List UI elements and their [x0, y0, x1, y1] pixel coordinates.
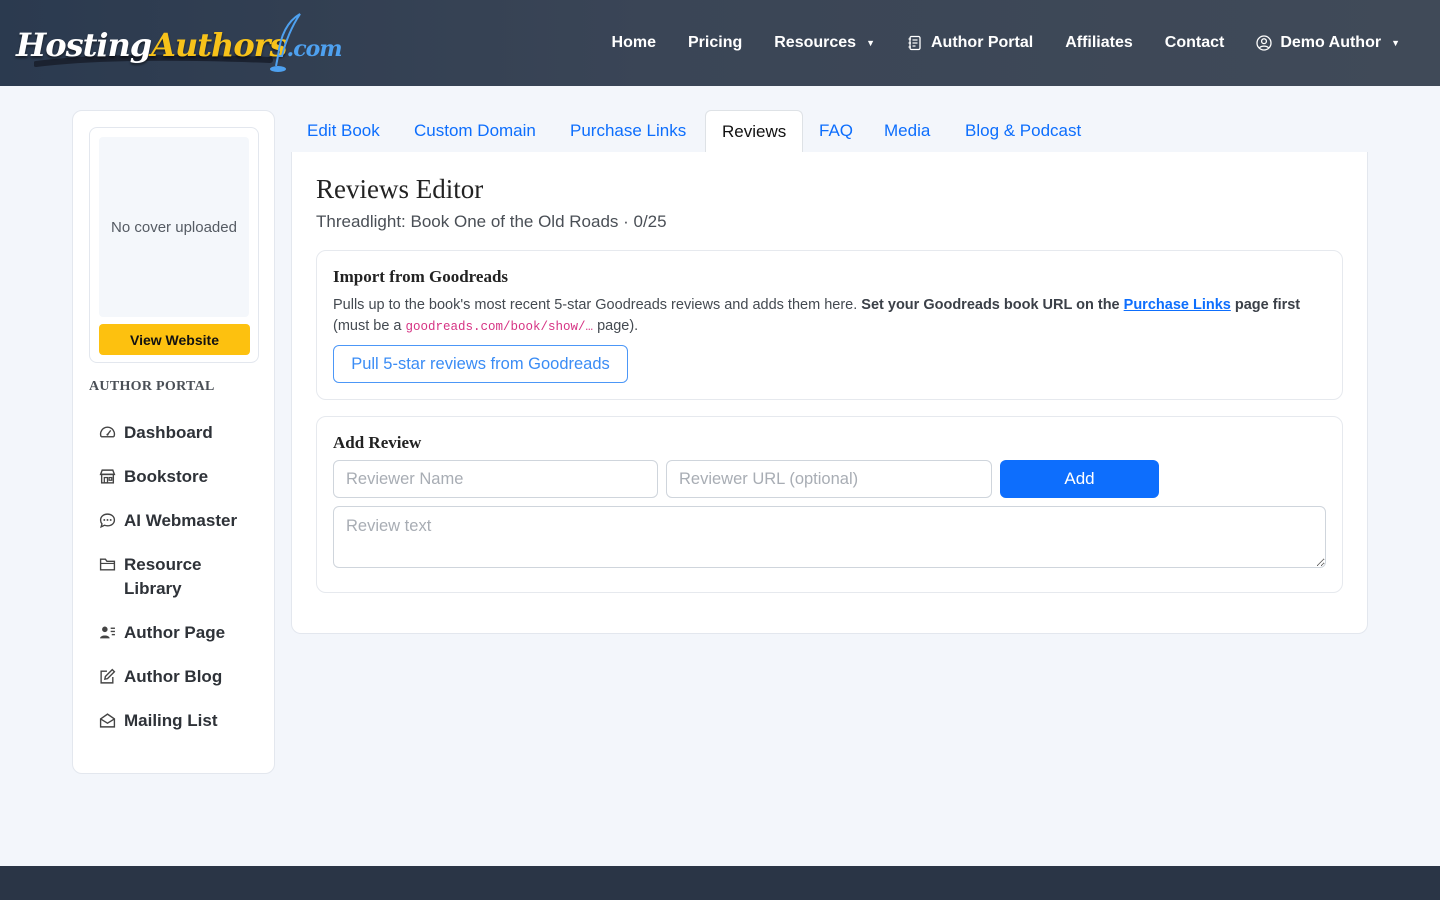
sidebar-item-ai-webmaster[interactable]: AI Webmaster [99, 501, 269, 545]
import-desc-bold-before: Set your Goodreads book URL on the [861, 297, 1124, 313]
add-review-card: Add Review Add [316, 416, 1343, 593]
nav-user-label: Demo Author [1280, 34, 1382, 51]
speedometer-icon [99, 426, 116, 438]
tab-purchase-links[interactable]: Purchase Links [554, 110, 702, 153]
nav-pricing-label: Pricing [688, 34, 743, 51]
folder-icon [99, 558, 116, 571]
envelope-open-icon [99, 713, 116, 728]
import-card-description: Pulls up to the book's most recent 5-sta… [333, 295, 1333, 338]
sidebar-heading: AUTHOR PORTAL [89, 379, 215, 394]
view-website-button[interactable]: View Website [99, 324, 250, 355]
add-review-title: Add Review [333, 433, 422, 452]
add-review-button[interactable]: Add [1000, 460, 1159, 498]
site-logo[interactable]: HostingAuthors.com [14, 12, 343, 74]
nav-contact[interactable]: Contact [1149, 34, 1241, 52]
review-text-input[interactable] [333, 506, 1326, 568]
tab-faq[interactable]: FAQ [803, 110, 869, 153]
sidebar-item-label: Bookstore [124, 467, 209, 486]
pull-goodreads-reviews-button[interactable]: Pull 5-star reviews from Goodreads [333, 345, 628, 383]
shop-icon [99, 469, 116, 484]
tab-custom-domain[interactable]: Custom Domain [398, 110, 552, 153]
sidebar-item-author-blog[interactable]: Author Blog [99, 657, 269, 701]
journal-icon [908, 35, 921, 51]
purchase-links-link[interactable]: Purchase Links [1124, 297, 1231, 313]
sidebar-item-label: Resource Library [124, 555, 202, 598]
nav-home-label: Home [611, 34, 656, 51]
import-card-title: Import from Goodreads [333, 267, 509, 286]
person-lines-icon [100, 626, 115, 639]
import-desc-paren-end: page). [593, 318, 639, 334]
reviewer-name-input[interactable] [333, 460, 658, 498]
nav-contact-label: Contact [1164, 34, 1225, 51]
sidebar-item-label: Mailing List [124, 711, 218, 730]
chat-icon [99, 513, 116, 529]
nav-links: Home Pricing Resources ▼ Author Portal A… [596, 0, 1416, 86]
sidebar-item-resource-library[interactable]: Resource Library [99, 545, 269, 613]
tab-blog-podcast[interactable]: Blog & Podcast [949, 110, 1097, 153]
import-desc-text: Pulls up to the book's most recent 5-sta… [333, 297, 862, 313]
sidebar-item-label: Author Blog [124, 667, 223, 686]
pencil-square-icon [100, 668, 116, 684]
sidebar-item-label: Author Page [124, 623, 226, 642]
import-desc-bold-after: page first [1230, 297, 1301, 313]
caret-down-icon: ▼ [866, 38, 875, 48]
caret-down-icon: ▼ [1391, 38, 1400, 48]
nav-affiliates[interactable]: Affiliates [1049, 34, 1149, 52]
page-footer [0, 866, 1440, 900]
import-goodreads-card: Import from Goodreads Pulls up to the bo… [316, 250, 1343, 400]
sidebar-item-label: AI Webmaster [124, 511, 238, 530]
nav-resources-dropdown[interactable]: Resources ▼ [758, 34, 891, 52]
page-title: Reviews Editor [316, 174, 484, 204]
top-navbar: HostingAuthors.com Home Pricing Resource… [0, 0, 1440, 86]
sidebar: No cover uploaded View Website AUTHOR PO… [72, 110, 275, 774]
sidebar-item-author-page[interactable]: Author Page [99, 613, 269, 657]
sidebar-menu: Dashboard Bookstore AI Webmaster Resourc… [99, 413, 269, 745]
nav-author-portal-label: Author Portal [930, 34, 1034, 51]
book-cover-card: No cover uploaded View Website [89, 127, 259, 363]
book-editor-tabs: Edit Book Custom Domain Purchase Links R… [291, 110, 1368, 153]
tab-reviews[interactable]: Reviews [705, 110, 804, 153]
sidebar-item-dashboard[interactable]: Dashboard [99, 413, 269, 457]
tab-edit-book[interactable]: Edit Book [291, 110, 396, 153]
sidebar-item-label: Dashboard [124, 423, 213, 442]
nav-author-portal[interactable]: Author Portal [891, 34, 1049, 52]
nav-home[interactable]: Home [596, 34, 672, 52]
import-desc-bold: Set your Goodreads book URL on the Purch… [861, 297, 1300, 313]
reviews-editor-panel: Reviews Editor Threadlight: Book One of … [291, 152, 1368, 634]
sidebar-item-mailing-list[interactable]: Mailing List [99, 701, 269, 745]
book-subtitle: Threadlight: Book One of the Old Roads ·… [316, 212, 667, 231]
nav-pricing[interactable]: Pricing [672, 34, 758, 52]
cover-placeholder: No cover uploaded [99, 137, 249, 317]
quill-icon [270, 13, 301, 72]
import-desc-paren-start: (must be a [333, 318, 406, 334]
reviewer-url-input[interactable] [666, 460, 992, 498]
goodreads-url-pattern: goodreads.com/book/show/… [405, 320, 594, 334]
nav-user-dropdown[interactable]: Demo Author ▼ [1240, 34, 1416, 52]
nav-resources-label: Resources [774, 34, 857, 51]
person-circle-icon [1256, 35, 1272, 51]
sidebar-item-bookstore[interactable]: Bookstore [99, 457, 269, 501]
tab-media[interactable]: Media [868, 110, 946, 153]
nav-affiliates-label: Affiliates [1065, 34, 1133, 51]
